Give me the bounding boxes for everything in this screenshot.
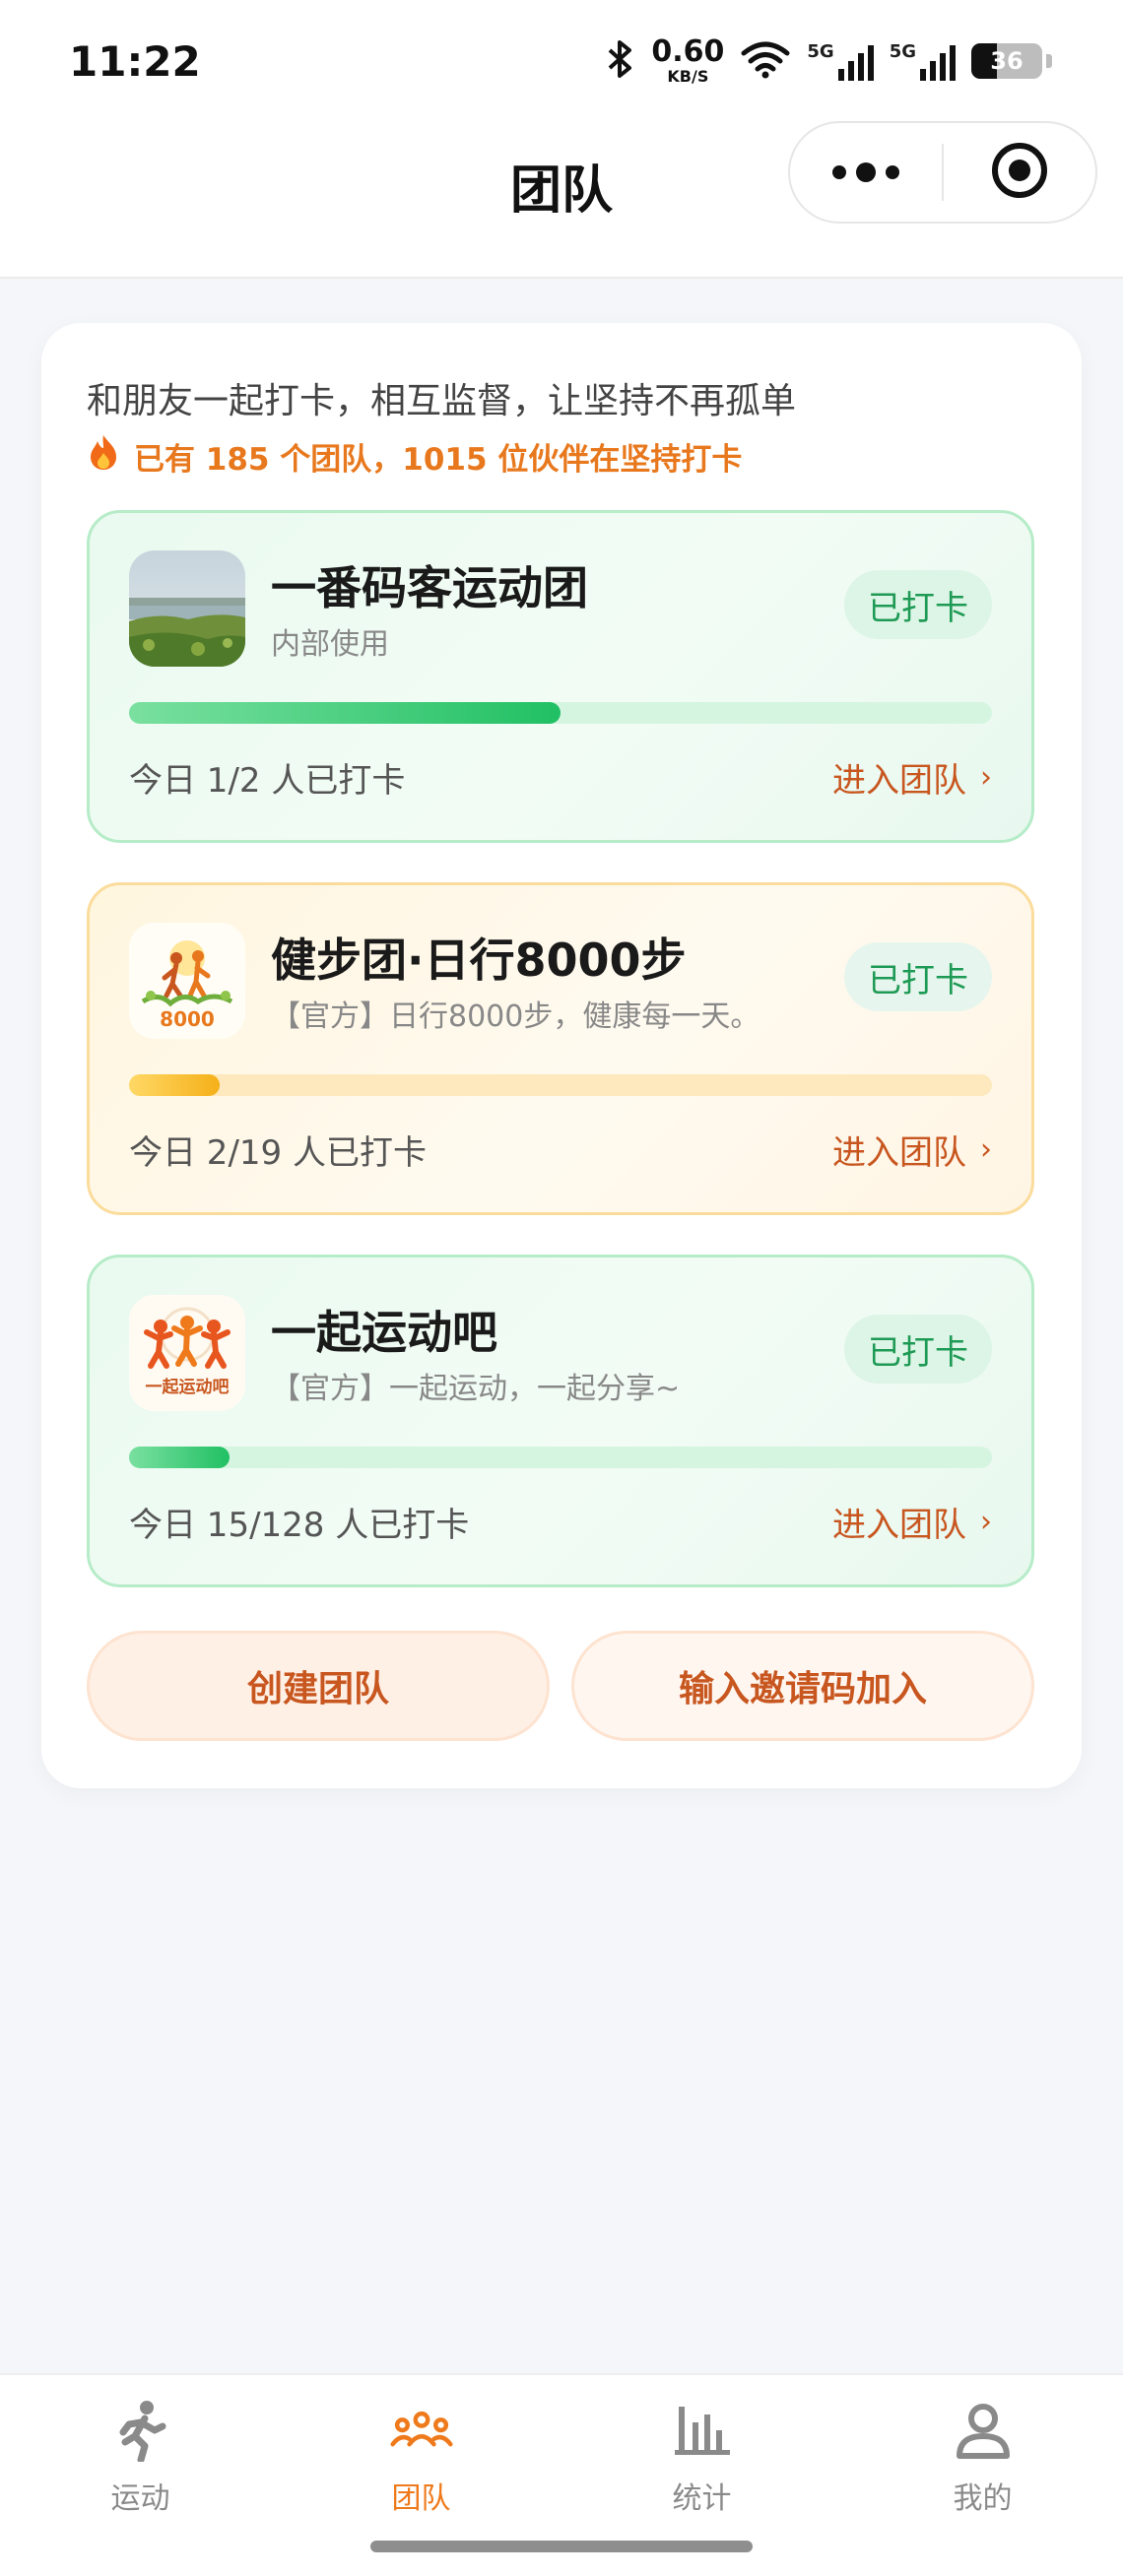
close-button[interactable] — [944, 123, 1095, 222]
team-card[interactable]: 一番码客运动团 内部使用 已打卡 今日 1/2 人已打卡 进入团队 › — [87, 510, 1034, 843]
target-circle-icon — [990, 141, 1049, 204]
team-name: 健步团·日行8000步 — [271, 934, 687, 987]
home-indicator — [370, 2541, 753, 2552]
more-button[interactable] — [790, 123, 942, 222]
enter-team-label: 进入团队 — [832, 1506, 966, 1545]
team-avatar-walkers-8000: 8000 — [129, 923, 245, 1039]
team-desc: 【官方】一起运动，一起分享~ — [271, 1372, 681, 1406]
enter-team-label: 进入团队 — [832, 1133, 966, 1173]
checkin-progress — [129, 702, 992, 724]
tab-team[interactable]: 团队 — [281, 2375, 562, 2533]
running-person-icon — [109, 2399, 172, 2462]
today-checkin-count: 今日 15/128 人已打卡 — [129, 1506, 470, 1545]
enter-team-link[interactable]: 进入团队 › — [832, 753, 992, 802]
chevron-right-icon: › — [980, 1132, 992, 1167]
checkin-progress-fill — [129, 702, 561, 724]
enter-team-link[interactable]: 进入团队 › — [832, 1498, 992, 1546]
checked-in-badge: 已打卡 — [844, 942, 992, 1011]
checkin-progress — [129, 1074, 992, 1096]
battery-level: 36 — [990, 47, 1024, 75]
tab-label: 我的 — [953, 2481, 1013, 2516]
chevron-right-icon: › — [980, 760, 992, 795]
checked-in-badge: 已打卡 — [844, 570, 992, 639]
nav-bar: 团队 — [0, 113, 1123, 279]
wifi-icon — [740, 39, 791, 83]
more-dots-icon — [832, 162, 899, 182]
network-speed-unit: KB/S — [667, 67, 709, 86]
stats-text: 已有 185 个团队，1015 位伙伴在坚持打卡 — [134, 441, 743, 478]
create-team-button[interactable]: 创建团队 — [87, 1631, 550, 1741]
stats-line: 已有 185 个团队，1015 位伙伴在坚持打卡 — [87, 433, 742, 479]
tab-mine[interactable]: 我的 — [842, 2375, 1123, 2533]
signal-type-label-2: 5G — [889, 41, 916, 62]
join-by-invite-code-button[interactable]: 输入邀请码加入 — [571, 1631, 1034, 1741]
team-desc: 【官方】日行8000步，健康每一天。 — [271, 999, 760, 1034]
team-name: 一起运动吧 — [271, 1306, 497, 1359]
enter-team-label: 进入团队 — [832, 761, 966, 801]
today-checkin-count: 今日 2/19 人已打卡 — [129, 1133, 427, 1173]
status-time: 11:22 — [69, 37, 201, 86]
status-bar: 11:22 0.60 KB/S 5G 5G 36 — [0, 0, 1123, 113]
user-profile-icon — [952, 2399, 1015, 2462]
bar-stats-icon — [671, 2399, 734, 2462]
cellular-signal-icon: 5G — [807, 41, 874, 81]
tab-label: 运动 — [110, 2481, 170, 2516]
tab-label: 团队 — [391, 2481, 451, 2516]
team-panel: 和朋友一起打卡，相互监督，让坚持不再孤单 已有 185 个团队，1015 位伙伴… — [41, 323, 1082, 1788]
fire-icon — [87, 433, 120, 479]
chevron-right-icon: › — [980, 1505, 992, 1539]
bluetooth-icon — [606, 38, 635, 84]
checked-in-badge: 已打卡 — [844, 1315, 992, 1384]
team-avatar-lakeside-photo — [129, 550, 245, 667]
cellular-signal-icon-2: 5G — [890, 41, 956, 81]
mini-program-capsule — [788, 121, 1097, 224]
signal-type-label: 5G — [807, 41, 834, 62]
today-checkin-count: 今日 1/2 人已打卡 — [129, 761, 406, 801]
checkin-progress-fill — [129, 1447, 231, 1468]
network-speed-value: 0.60 — [651, 34, 725, 69]
enter-team-link[interactable]: 进入团队 › — [832, 1126, 992, 1174]
team-avatar-caption: 一起运动吧 — [145, 1378, 230, 1397]
tab-stats[interactable]: 统计 — [562, 2375, 842, 2533]
team-card[interactable]: 一起运动吧 一起运动吧 【官方】一起运动，一起分享~ 已打卡 今日 15/128… — [87, 1255, 1034, 1587]
checkin-progress-fill — [129, 1074, 220, 1096]
network-speed: 0.60 KB/S — [651, 37, 724, 85]
tab-exercise[interactable]: 运动 — [0, 2375, 281, 2533]
team-group-icon — [389, 2399, 453, 2462]
team-name: 一番码客运动团 — [271, 561, 588, 614]
team-avatar-runners-logo: 一起运动吧 — [129, 1295, 245, 1411]
team-desc: 内部使用 — [271, 627, 389, 662]
status-icons: 0.60 KB/S 5G 5G 36 — [606, 37, 1052, 85]
team-card[interactable]: 8000 健步团·日行8000步 【官方】日行8000步，健康每一天。 已打卡 … — [87, 882, 1034, 1215]
intro-text: 和朋友一起打卡，相互监督，让坚持不再孤单 — [87, 381, 797, 421]
checkin-progress — [129, 1447, 992, 1468]
battery-icon: 36 — [971, 43, 1042, 79]
tab-label: 统计 — [672, 2481, 732, 2516]
team-avatar-caption: 8000 — [160, 1007, 215, 1031]
